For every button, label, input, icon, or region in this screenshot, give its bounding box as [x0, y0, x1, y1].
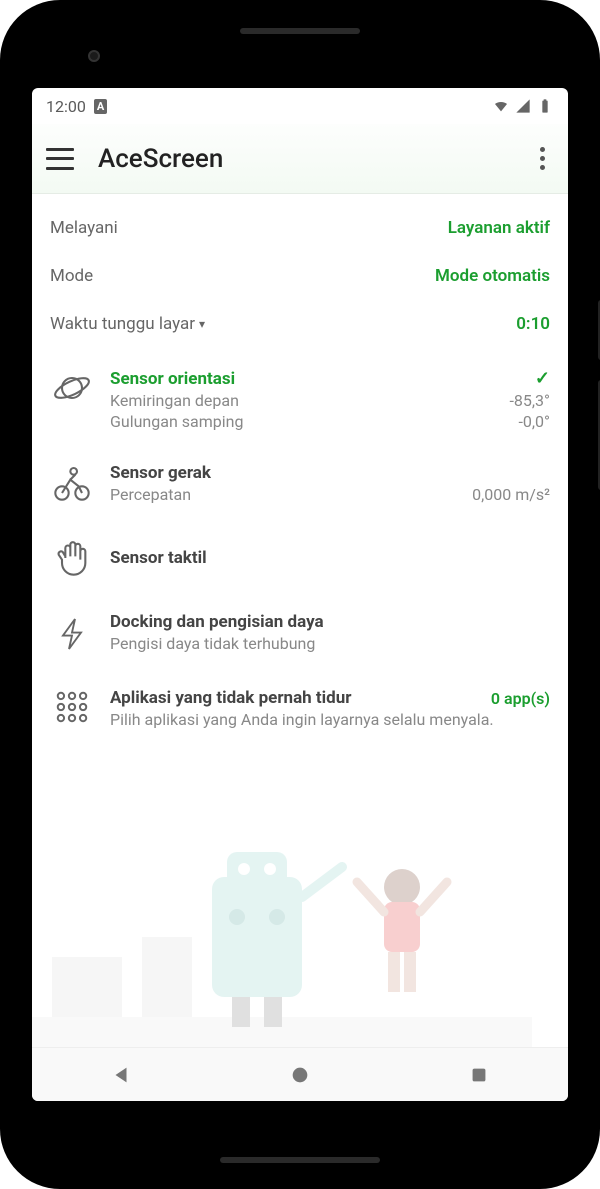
service-row[interactable]: Melayani Layanan aktif: [50, 204, 550, 252]
battery-icon: [536, 98, 554, 114]
docking-title: Docking dan pengisian daya: [110, 612, 550, 632]
tilt-label: Kemiringan depan: [110, 391, 239, 410]
docking-block[interactable]: Docking dan pengisian daya Pengisi daya …: [50, 596, 550, 672]
motion-title: Sensor gerak: [110, 463, 211, 483]
accel-value: 0,000 m/s²: [472, 485, 550, 504]
orientation-title: Sensor orientasi: [110, 369, 235, 389]
wifi-icon: [492, 98, 510, 114]
device-camera: [88, 50, 100, 62]
roll-value: -0,0°: [518, 412, 550, 431]
app-title: AceScreen: [98, 144, 530, 174]
motion-sensor-block[interactable]: Sensor gerak Percepatan 0,000 m/s²: [50, 447, 550, 520]
back-button-icon[interactable]: [110, 1064, 132, 1086]
menu-icon[interactable]: [46, 148, 74, 170]
timeout-label: Waktu tunggu layar: [50, 314, 195, 334]
neversleep-count: 0 app(s): [491, 689, 550, 708]
cyclist-icon: [50, 463, 94, 504]
service-label: Melayani: [50, 218, 118, 238]
background-illustration: [32, 797, 532, 1047]
orientation-sensor-block[interactable]: Sensor orientasi ✓ Kemiringan depan -85,…: [50, 352, 550, 447]
neversleep-block[interactable]: Aplikasi yang tidak pernah tidur 0 app(s…: [50, 672, 550, 745]
neversleep-title: Aplikasi yang tidak pernah tidur: [110, 688, 351, 708]
tactile-sensor-block[interactable]: Sensor taktil: [50, 520, 550, 596]
grid-icon: [50, 688, 94, 729]
service-value: Layanan aktif: [448, 218, 550, 238]
accel-label: Percepatan: [110, 485, 191, 504]
check-icon: ✓: [535, 368, 550, 389]
tilt-value: -85,3°: [509, 391, 550, 410]
cellular-icon: [514, 98, 532, 114]
neversleep-sub: Pilih aplikasi yang Anda ingin layarnya …: [110, 708, 550, 729]
app-bar: AceScreen: [32, 124, 568, 194]
mode-row[interactable]: Mode Mode otomatis: [50, 252, 550, 300]
recent-button-icon[interactable]: [468, 1064, 490, 1086]
timeout-value: 0:10: [516, 314, 550, 334]
status-time: 12:00: [46, 97, 86, 116]
tactile-title: Sensor taktil: [110, 548, 207, 568]
mode-label: Mode: [50, 266, 93, 286]
planet-icon: [50, 368, 94, 431]
navigation-bar: [32, 1047, 568, 1101]
status-bar: 12:00 A: [32, 88, 568, 124]
device-speaker: [240, 28, 360, 34]
home-button-icon[interactable]: [289, 1064, 311, 1086]
lightning-icon: [50, 612, 94, 656]
content: Melayani Layanan aktif Mode Mode otomati…: [32, 194, 568, 1047]
device-speaker-bottom: [220, 1157, 380, 1163]
hand-icon: [50, 536, 94, 580]
dropdown-caret-icon: ▾: [199, 317, 205, 331]
screen: 12:00 A AceScreen: [32, 88, 568, 1101]
roll-label: Gulungan samping: [110, 412, 243, 431]
timeout-row[interactable]: Waktu tunggu layar ▾ 0:10: [50, 300, 550, 352]
mode-value: Mode otomatis: [435, 266, 550, 286]
phone-frame: 12:00 A AceScreen: [0, 0, 600, 1189]
status-text-indicator-icon: A: [94, 99, 107, 114]
docking-sub: Pengisi daya tidak terhubung: [110, 632, 550, 653]
more-options-icon[interactable]: [530, 147, 554, 170]
